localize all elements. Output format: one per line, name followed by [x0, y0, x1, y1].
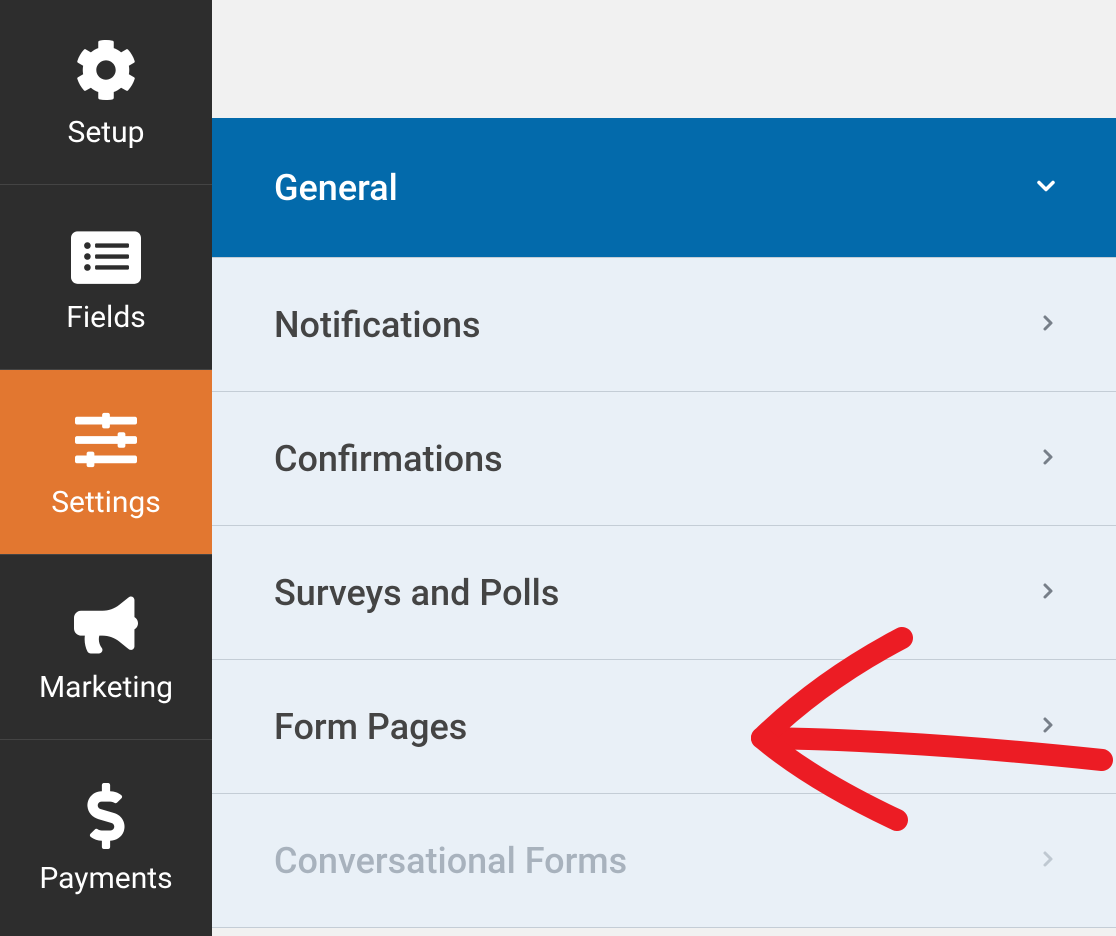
chevron-right-icon [1036, 311, 1060, 339]
chevron-right-icon [1036, 579, 1060, 607]
chevron-right-icon [1036, 445, 1060, 473]
sidebar-item-label: Setup [68, 115, 145, 150]
settings-item-title: Conversational Forms [274, 840, 627, 882]
sidebar-item-payments[interactable]: Payments [0, 740, 212, 936]
sidebar-item-label: Settings [51, 485, 161, 520]
bullhorn-icon [74, 590, 138, 660]
settings-item-title: Form Pages [274, 706, 467, 748]
sidebar-item-label: Fields [66, 300, 145, 335]
sidebar-nav: Setup Fields Settings Marketing Payments [0, 0, 212, 936]
settings-item-general[interactable]: General [212, 118, 1116, 258]
sidebar-item-marketing[interactable]: Marketing [0, 555, 212, 740]
settings-item-form-pages[interactable]: Form Pages [212, 660, 1116, 794]
chevron-right-icon [1036, 713, 1060, 741]
settings-item-title: General [274, 167, 398, 209]
main-panel: General Notifications Confirmations Surv… [212, 0, 1116, 936]
sidebar-item-settings[interactable]: Settings [0, 370, 212, 555]
settings-item-title: Notifications [274, 304, 481, 346]
chevron-down-icon [1032, 172, 1060, 204]
app-layout: Setup Fields Settings Marketing Payments [0, 0, 1116, 936]
settings-item-confirmations[interactable]: Confirmations [212, 392, 1116, 526]
gear-icon [75, 35, 137, 105]
top-gap [212, 0, 1116, 118]
sidebar-item-setup[interactable]: Setup [0, 0, 212, 185]
settings-item-notifications[interactable]: Notifications [212, 258, 1116, 392]
settings-item-title: Confirmations [274, 438, 503, 480]
settings-item-title: Surveys and Polls [274, 572, 559, 614]
chevron-right-icon [1036, 847, 1060, 875]
settings-item-surveys-polls[interactable]: Surveys and Polls [212, 526, 1116, 660]
settings-list: General Notifications Confirmations Surv… [212, 118, 1116, 928]
sidebar-item-fields[interactable]: Fields [0, 185, 212, 370]
sliders-icon [71, 405, 141, 475]
dollar-icon [85, 781, 127, 851]
sidebar-item-label: Marketing [39, 670, 173, 705]
settings-item-conversational-forms[interactable]: Conversational Forms [212, 794, 1116, 928]
sidebar-item-label: Payments [39, 861, 172, 896]
list-icon [71, 220, 141, 290]
